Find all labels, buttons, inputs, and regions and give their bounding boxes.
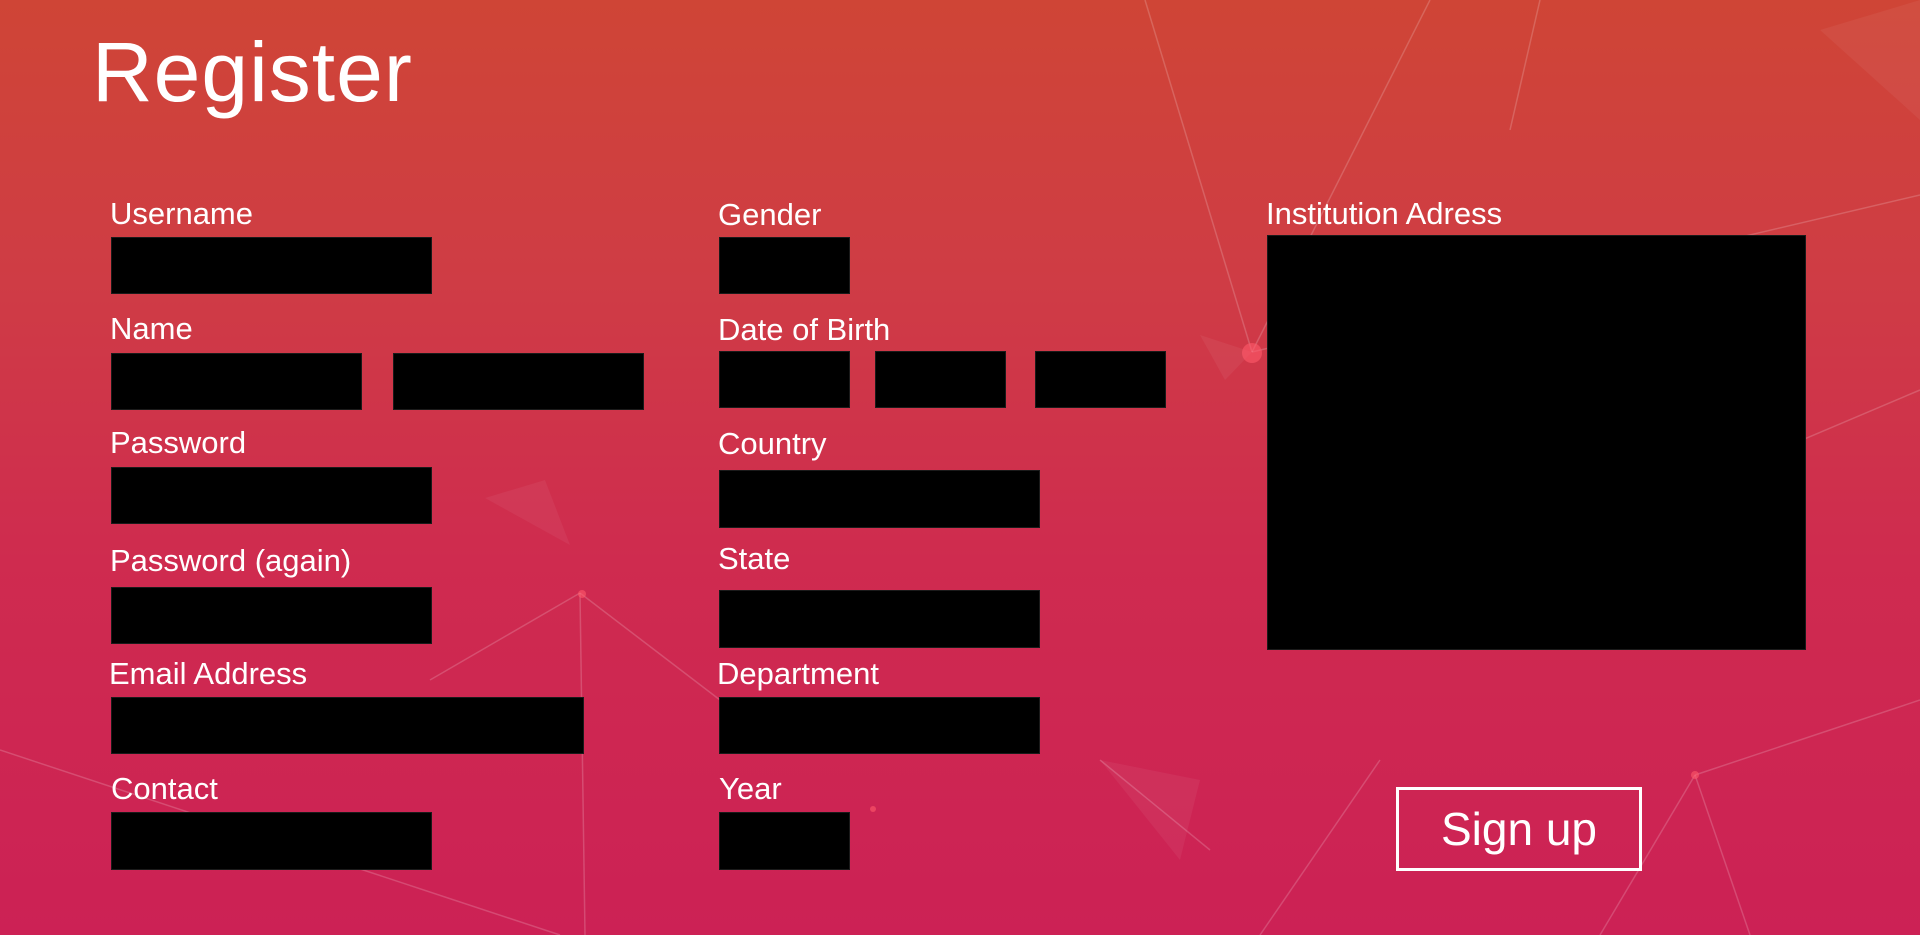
state-label: State [718,541,791,576]
name-label: Name [110,311,193,346]
password-input[interactable] [111,467,432,524]
country-input[interactable] [719,470,1040,528]
username-input[interactable] [111,237,432,294]
password-label: Password [110,425,247,460]
password-again-label: Password (again) [110,543,352,578]
year-input[interactable] [719,812,850,870]
password-again-input[interactable] [111,587,432,644]
birth-month-input[interactable] [875,351,1006,408]
email-address-input[interactable] [111,697,584,754]
department-input[interactable] [719,697,1040,754]
gender-input[interactable] [719,237,850,294]
country-label: Country [718,426,827,461]
page-title: Register [92,25,413,119]
birth-year-input[interactable] [1035,351,1166,408]
gender-label: Gender [718,197,822,232]
email-address-label: Email Address [109,656,308,691]
last-name-input[interactable] [393,353,644,410]
contact-label: Contact [111,771,218,806]
first-name-input[interactable] [111,353,362,410]
username-label: Username [110,196,253,231]
department-label: Department [717,656,879,691]
date-of-birth-label: Date of Birth [718,312,891,347]
institution-address-textarea[interactable] [1267,235,1806,650]
contact-input[interactable] [111,812,432,870]
year-label: Year [719,771,782,806]
state-input[interactable] [719,590,1040,648]
birth-day-input[interactable] [719,351,850,408]
sign-up-button[interactable]: Sign up [1396,787,1642,871]
institution-address-label: Institution Adress [1266,196,1503,231]
